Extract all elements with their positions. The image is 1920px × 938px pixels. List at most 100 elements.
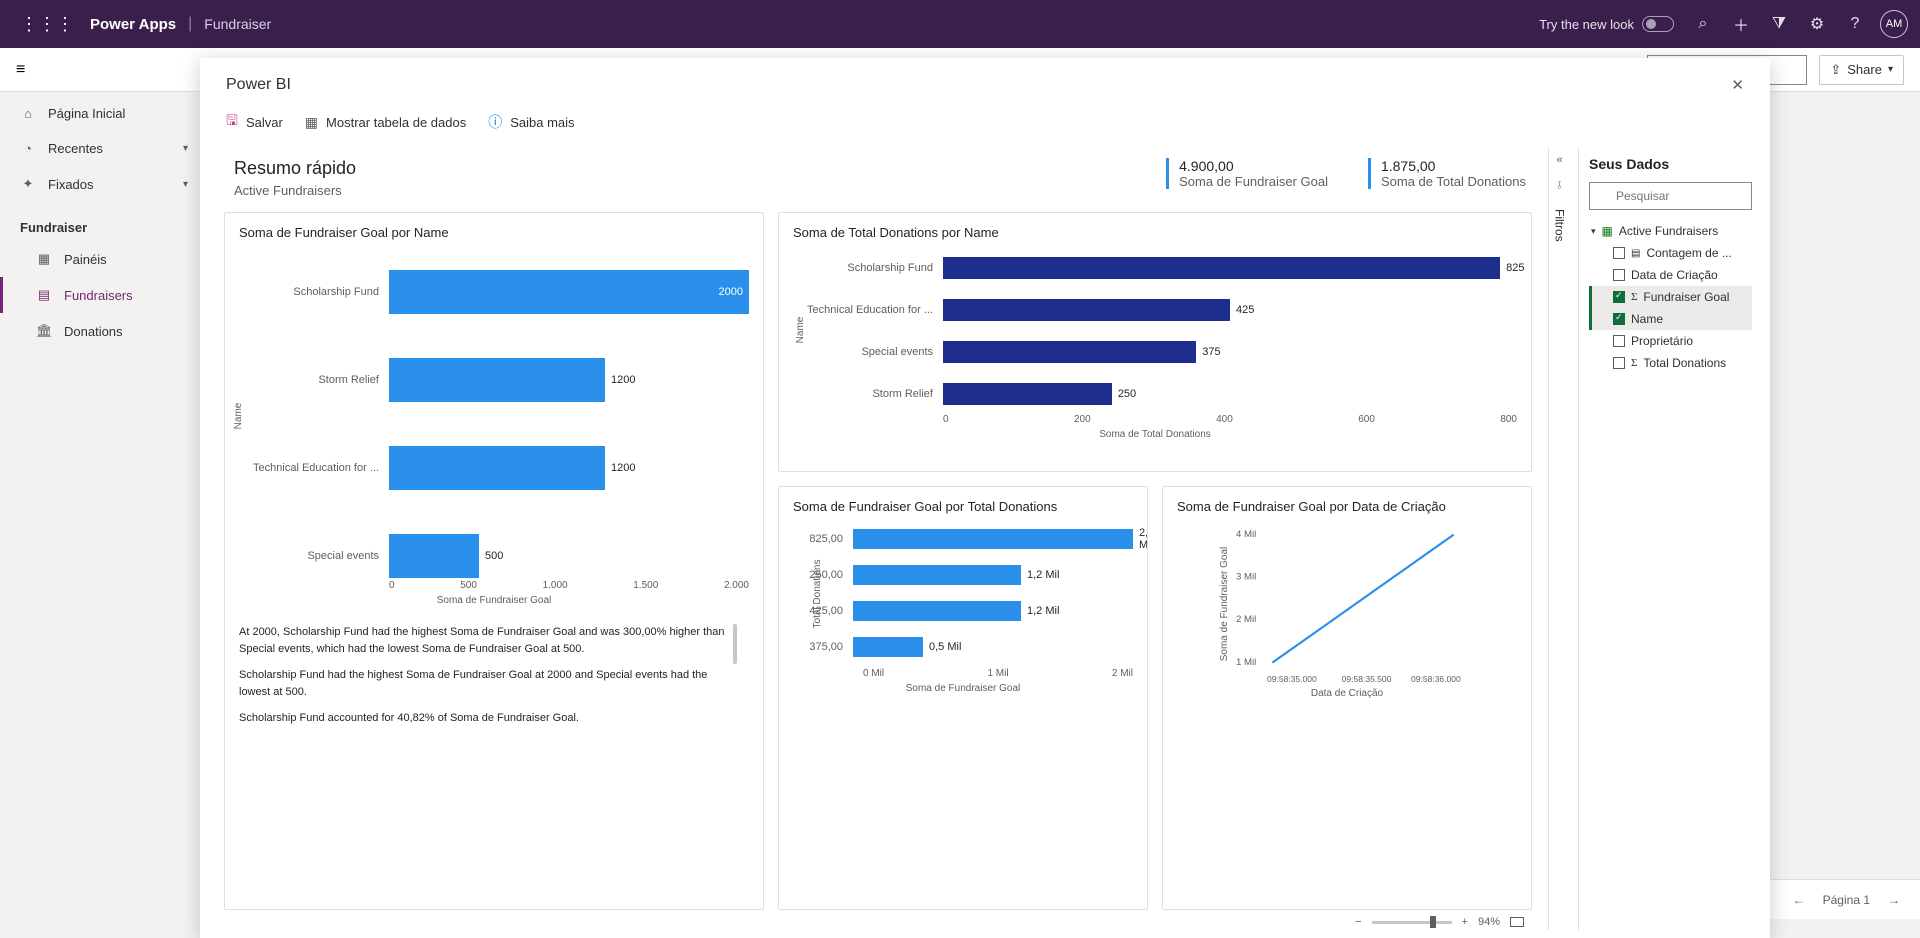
field-label: Fundraiser Goal [1643, 290, 1729, 304]
svg-text:2 Mil: 2 Mil [1236, 614, 1256, 625]
bar-label: Storm Relief [239, 374, 389, 386]
pin-icon: ✦ [20, 176, 36, 192]
zoom-plus[interactable]: + [1462, 916, 1468, 928]
checkbox-icon[interactable] [1613, 357, 1625, 369]
search-icon[interactable]: ⌕ [1684, 15, 1722, 33]
share-button[interactable]: ⇪ Share ▾ [1819, 55, 1904, 85]
field-label: Data de Criação [1631, 268, 1718, 282]
avatar[interactable]: AM [1880, 10, 1908, 38]
data-search-input[interactable] [1589, 182, 1752, 210]
field-icon: ▤ [1631, 248, 1640, 259]
filters-tab: « ⫱ Filtros [1548, 148, 1570, 930]
field-label: Proprietário [1631, 334, 1693, 348]
chart-goal-by-name[interactable]: Soma de Fundraiser Goal por Name Name Sc… [224, 212, 764, 910]
prev-page-icon[interactable]: ← [1793, 893, 1805, 907]
chart-donations-by-name[interactable]: Soma de Total Donations por Name Name Sc… [778, 212, 1532, 472]
bar-value: 2000 [719, 286, 743, 298]
toggle-off-icon[interactable] [1642, 16, 1674, 32]
field-item[interactable]: ΣFundraiser Goal [1589, 286, 1752, 308]
plus-icon[interactable]: ＋ [1722, 12, 1760, 36]
bar[interactable] [389, 534, 479, 578]
dialog-title: Power BI [226, 76, 291, 94]
bar[interactable] [389, 358, 605, 402]
bar-label: Scholarship Fund [793, 262, 943, 274]
zoom-minus[interactable]: − [1355, 916, 1361, 928]
bar[interactable]: 2000 [389, 270, 749, 314]
learn-more-button[interactable]: ⓘSaiba mais [488, 112, 574, 132]
bar[interactable] [943, 257, 1500, 279]
checkbox-icon[interactable] [1613, 335, 1625, 347]
field-item[interactable]: ΣTotal Donations [1589, 352, 1752, 374]
equalizer-icon[interactable]: ⫱ [1558, 180, 1562, 191]
checkbox-icon[interactable] [1613, 247, 1625, 259]
hamburger-icon[interactable]: ≡ [16, 61, 25, 79]
app-context[interactable]: Fundraiser [204, 16, 271, 32]
powerbi-dialog: Power BI ✕ 🖫Salvar ▦Mostrar tabela de da… [200, 58, 1770, 938]
nav-home[interactable]: ⌂Página Inicial [0, 96, 208, 131]
close-icon[interactable]: ✕ [1731, 76, 1744, 94]
field-item[interactable]: Proprietário [1589, 330, 1752, 352]
nav-recent[interactable]: ◔Recentes▾ [0, 131, 208, 166]
bar-label: Storm Relief [793, 388, 943, 400]
nav-paineis[interactable]: ▦Painéis [0, 241, 208, 277]
save-button[interactable]: 🖫Salvar [226, 110, 283, 134]
field-item[interactable]: Name [1589, 308, 1752, 330]
chart-goal-by-date[interactable]: Soma de Fundraiser Goal por Data de Cria… [1162, 486, 1532, 910]
clock-icon: ◔ [20, 141, 36, 156]
checkbox-icon[interactable] [1613, 313, 1625, 325]
svg-text:4 Mil: 4 Mil [1236, 529, 1256, 540]
data-pane: Seus Dados ⌕ ▾ ▦ Active Fundraisers ▤Con… [1578, 148, 1758, 930]
table-node[interactable]: ▾ ▦ Active Fundraisers [1589, 220, 1752, 242]
bar-label: Special events [239, 550, 389, 562]
bar-value: 500 [485, 550, 503, 562]
bar-label: Scholarship Fund [239, 286, 389, 298]
filter-icon[interactable]: ⧩ [1760, 15, 1798, 33]
field-label: Name [1631, 312, 1663, 326]
bank-icon: 🏛 [36, 323, 52, 339]
dashboard-icon: ▦ [36, 251, 52, 267]
bar-value: 2,0 Mil [1139, 527, 1148, 551]
nav-pinned[interactable]: ✦Fixados▾ [0, 166, 208, 202]
bar-value: 250 [1118, 388, 1136, 400]
bar[interactable] [853, 637, 923, 657]
waffle-icon[interactable]: ⋮⋮⋮ [12, 14, 82, 35]
bar-label: Special events [793, 346, 943, 358]
share-icon: ⇪ [1830, 62, 1841, 78]
bar[interactable] [853, 565, 1021, 585]
zoom-value: 94% [1478, 916, 1500, 928]
zoom-slider[interactable] [1372, 921, 1452, 924]
bar[interactable] [943, 383, 1112, 405]
field-label: Contagem de ... [1646, 246, 1731, 260]
table-icon: ▦ [305, 114, 318, 131]
nav-donations[interactable]: 🏛Donations [0, 313, 208, 349]
left-nav: ⌂Página Inicial ◔Recentes▾ ✦Fixados▾ Fun… [0, 92, 208, 879]
gear-icon[interactable]: ⚙ [1798, 14, 1836, 34]
bar[interactable] [853, 529, 1133, 549]
svg-text:3 Mil: 3 Mil [1236, 571, 1256, 582]
chevron-left-icon[interactable]: « [1556, 154, 1562, 166]
summary-title: Resumo rápido [234, 158, 356, 179]
bar-label: 375,00 [793, 641, 853, 653]
kpi-goal: 4.900,00 Soma de Fundraiser Goal [1166, 158, 1328, 189]
try-new-look-toggle[interactable]: Try the new look [1529, 12, 1684, 36]
checkbox-icon[interactable] [1613, 291, 1625, 303]
bar-value: 1,2 Mil [1027, 569, 1059, 581]
sigma-icon: Σ [1631, 357, 1637, 369]
bar[interactable] [389, 446, 605, 490]
bar[interactable] [943, 299, 1230, 321]
field-item[interactable]: Data de Criação [1589, 264, 1752, 286]
nav-fundraisers[interactable]: ▤Fundraisers [0, 277, 208, 313]
filters-label[interactable]: Filtros [1553, 205, 1567, 246]
svg-text:09:58:35.000: 09:58:35.000 [1267, 674, 1317, 684]
bar[interactable] [943, 341, 1196, 363]
svg-text:09:58:36.000: 09:58:36.000 [1411, 674, 1461, 684]
next-page-icon[interactable]: → [1888, 893, 1900, 907]
help-icon[interactable]: ? [1836, 15, 1874, 33]
field-item[interactable]: ▤ Contagem de ... [1589, 242, 1752, 264]
checkbox-icon[interactable] [1613, 269, 1625, 281]
bar-label: Technical Education for ... [239, 462, 389, 474]
chart-goal-by-donations[interactable]: Soma de Fundraiser Goal por Total Donati… [778, 486, 1148, 910]
show-table-button[interactable]: ▦Mostrar tabela de dados [305, 114, 466, 131]
report-canvas: Resumo rápido Active Fundraisers 4.900,0… [220, 148, 1540, 930]
bar[interactable] [853, 601, 1021, 621]
